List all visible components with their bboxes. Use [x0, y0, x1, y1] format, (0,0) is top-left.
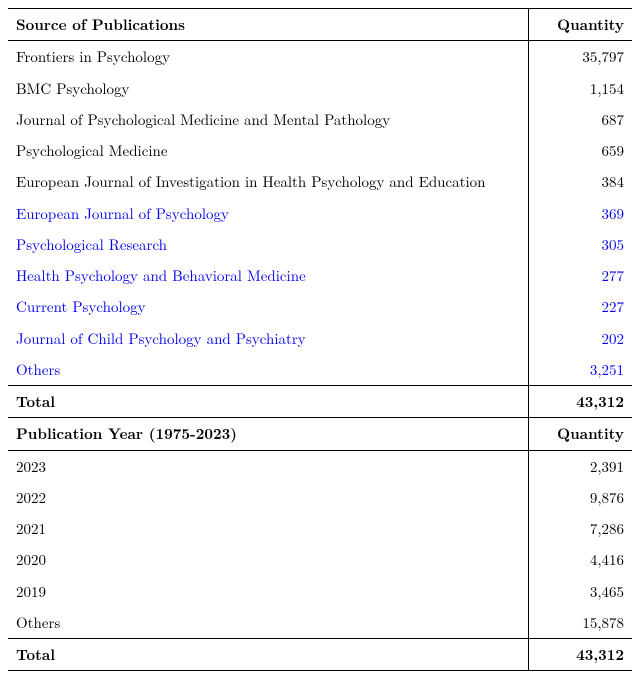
quantity-cell: 35,797 [528, 41, 632, 73]
source-cell: Psychological Medicine [8, 135, 528, 166]
total-quantity: 43,312 [528, 639, 632, 671]
quantity-cell: 3,465 [528, 576, 632, 607]
total-quantity: 43,312 [528, 386, 632, 418]
source-cell: Frontiers in Psychology [8, 41, 528, 73]
quantity-cell: 659 [528, 135, 632, 166]
source-cell: Journal of Psychological Medicine and Me… [8, 104, 528, 135]
quantity-cell[interactable]: 277 [528, 260, 632, 291]
source-cell: European Journal of Investigation in Hea… [8, 166, 528, 197]
header-quantity: Quantity [528, 9, 632, 41]
quantity-cell: 687 [528, 104, 632, 135]
quantity-cell[interactable]: 202 [528, 323, 632, 354]
year-cell: 2022 [8, 482, 528, 513]
year-cell: 2023 [8, 450, 528, 482]
source-cell[interactable]: Others [8, 354, 528, 386]
source-cell[interactable]: Current Psychology [8, 291, 528, 322]
quantity-cell[interactable]: 3,251 [528, 354, 632, 386]
total-label: Total [8, 639, 528, 671]
quantity-cell: 9,876 [528, 482, 632, 513]
source-cell: BMC Psychology [8, 73, 528, 104]
year-cell: Others [8, 607, 528, 639]
quantity-cell: 15,878 [528, 607, 632, 639]
quantity-cell[interactable]: 369 [528, 198, 632, 229]
year-cell: 2019 [8, 576, 528, 607]
quantity-cell: 7,286 [528, 513, 632, 544]
header-year: Publication Year (1975-2023) [8, 418, 528, 450]
publications-table: Source of PublicationsQuantityFrontiers … [8, 8, 632, 671]
quantity-cell[interactable]: 305 [528, 229, 632, 260]
year-cell: 2021 [8, 513, 528, 544]
total-label: Total [8, 386, 528, 418]
source-cell[interactable]: Journal of Child Psychology and Psychiat… [8, 323, 528, 354]
year-cell: 2020 [8, 544, 528, 575]
header-quantity: Quantity [528, 418, 632, 450]
header-source: Source of Publications [8, 9, 528, 41]
quantity-cell[interactable]: 227 [528, 291, 632, 322]
quantity-cell: 1,154 [528, 73, 632, 104]
quantity-cell: 4,416 [528, 544, 632, 575]
source-cell[interactable]: Psychological Research [8, 229, 528, 260]
quantity-cell: 384 [528, 166, 632, 197]
source-cell[interactable]: European Journal of Psychology [8, 198, 528, 229]
quantity-cell: 2,391 [528, 450, 632, 482]
source-cell[interactable]: Health Psychology and Behavioral Medicin… [8, 260, 528, 291]
